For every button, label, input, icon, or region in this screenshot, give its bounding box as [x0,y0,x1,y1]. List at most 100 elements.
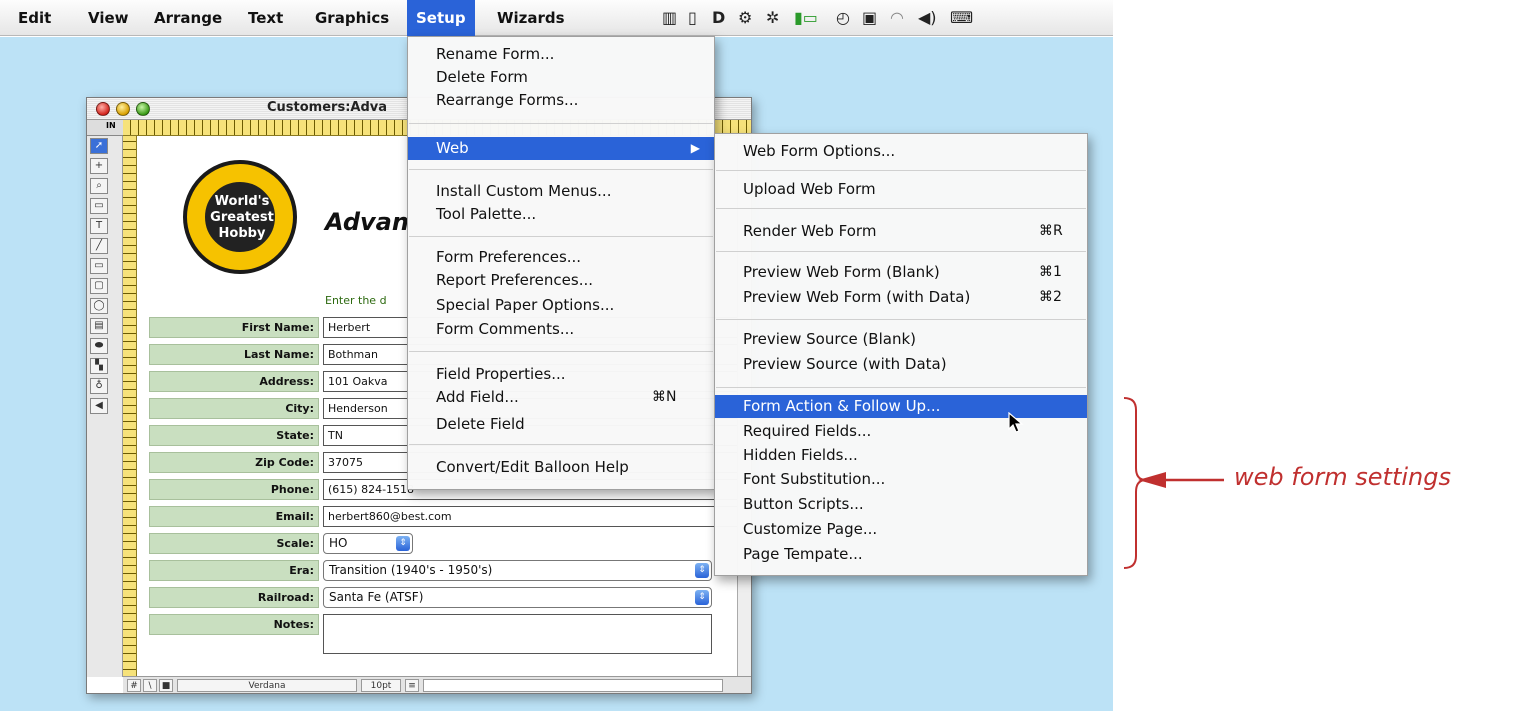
menu-item-rearrange-forms[interactable]: Rearrange Forms... [408,89,714,112]
menu-item-form-preferences[interactable]: Form Preferences... [408,246,714,269]
keyboard-icon[interactable]: ⌨ [950,9,973,27]
gear-script-icon[interactable]: ✲ [766,9,779,27]
menu-item-preview-source-with-data[interactable]: Preview Source (with Data) [715,353,1087,376]
menu-item-render-web-form[interactable]: Render Web Form ⌘R [715,220,1087,243]
zoom-button[interactable] [136,102,150,116]
close-button[interactable] [96,102,110,116]
clock-icon[interactable]: ◴ [836,9,850,27]
menu-separator [716,387,1086,388]
menu-item-add-field-label: Add Field... [436,388,519,406]
window-title: Customers:Adva [267,100,388,115]
font-name[interactable]: Verdana [177,679,357,692]
email-field[interactable]: herbert860@best.com [323,506,743,527]
menu-separator [716,170,1086,171]
menu-item-field-properties[interactable]: Field Properties... [408,363,714,386]
menu-item-preview-source-blank[interactable]: Preview Source (Blank) [715,328,1087,351]
menu-item-preview-web-form-with-data[interactable]: Preview Web Form (with Data) ⌘2 [715,286,1087,309]
menu-item-render-web-form-label: Render Web Form [743,222,877,240]
magnify-tool-icon[interactable]: ⌕ [90,178,108,194]
display-icon[interactable]: ▣ [862,9,877,27]
button-tool-icon[interactable]: ▤ [90,318,108,334]
text-tool-icon[interactable]: T [90,218,108,234]
oval-tool-icon[interactable]: ◯ [90,298,108,314]
field-label: Last Name: [149,344,319,365]
menu-item-page-template[interactable]: Page Tempate... [715,543,1087,566]
menu-item-button-scripts[interactable]: Button Scripts... [715,493,1087,516]
era-popup[interactable]: Transition (1940's - 1950's) ⇕ [323,560,712,581]
volume-icon[interactable]: ◀) [918,9,937,27]
field-label: Railroad: [149,587,319,608]
menu-item-add-field[interactable]: Add Field... ⌘N [408,386,714,409]
menu-item-convert-edit-balloon-help[interactable]: Convert/Edit Balloon Help [408,456,714,479]
chart-tool-icon[interactable]: ▚ [90,358,108,374]
menu-graphics[interactable]: Graphics [315,0,389,36]
field-label: Phone: [149,479,319,500]
menu-item-hidden-fields[interactable]: Hidden Fields... [715,444,1087,467]
font-size[interactable]: 10pt [361,679,401,692]
sound-tool-icon[interactable]: ◀ [90,398,108,414]
push-button-tool-icon[interactable]: ⬬ [90,338,108,354]
menu-separator [716,208,1086,209]
menu-wizards[interactable]: Wizards [497,0,565,36]
menu-view[interactable]: View [88,0,129,36]
menu-separator [409,169,713,170]
railroad-value: Santa Fe (ATSF) [329,590,424,604]
shortcut-label: ⌘N [652,389,677,405]
menu-item-upload-web-form[interactable]: Upload Web Form [715,178,1087,201]
menu-item-customize-page[interactable]: Customize Page... [715,518,1087,541]
menu-item-required-fields[interactable]: Required Fields... [715,420,1087,443]
menu-arrange[interactable]: Arrange [154,0,222,36]
menu-item-install-custom-menus[interactable]: Install Custom Menus... [408,180,714,203]
menu-item-rename-form[interactable]: Rename Form... [408,43,714,66]
arrow-tool-icon[interactable]: ➚ [90,138,108,154]
annotation-label: web form settings [1234,463,1451,491]
scale-popup[interactable]: HO ⇕ [323,533,413,554]
menu-item-special-paper-options[interactable]: Special Paper Options... [408,294,714,317]
crosshair-tool-icon[interactable]: + [90,158,108,174]
menu-item-delete-form[interactable]: Delete Form [408,66,714,89]
field-tool-icon[interactable]: ▭ [90,198,108,214]
menu-edit[interactable]: Edit [18,0,51,36]
bottom-toolbar: # \ ■ Verdana 10pt ≡ [123,676,751,693]
railroad-popup[interactable]: Santa Fe (ATSF) ⇕ [323,587,712,608]
worlds-greatest-hobby-logo: World's Greatest Hobby [183,160,297,274]
menu-separator [716,319,1086,320]
menu-setup[interactable]: Setup [407,0,475,36]
align-icon[interactable]: ≡ [405,679,419,692]
field-label: Email: [149,506,319,527]
menu-item-preview-web-form-with-data-label: Preview Web Form (with Data) [743,288,971,306]
minimize-button[interactable] [116,102,130,116]
d-icon[interactable]: D [712,9,725,27]
menu-separator [409,351,713,352]
battery-icon[interactable]: ▮▭ [794,9,818,27]
rounded-rect-tool-icon[interactable]: ▢ [90,278,108,294]
grid-icon[interactable]: # [127,679,141,692]
menu-item-preview-web-form-blank[interactable]: Preview Web Form (Blank) ⌘1 [715,261,1087,284]
document-icon[interactable]: ▥ [662,9,677,27]
popup-arrows-icon: ⇕ [695,563,709,578]
wifi-icon[interactable]: ◠ [890,9,904,27]
notes-field[interactable] [323,614,712,654]
menu-item-font-substitution[interactable]: Font Substitution... [715,468,1087,491]
form-heading: Advan [325,208,409,236]
menu-item-preview-web-form-blank-label: Preview Web Form (Blank) [743,263,940,281]
line-style-icon[interactable]: \ [143,679,157,692]
line-tool-icon[interactable]: ╱ [90,238,108,254]
page-icon[interactable]: ▯ [688,9,697,27]
fill-icon[interactable]: ■ [159,679,173,692]
menu-item-web-form-options[interactable]: Web Form Options... [715,140,1087,163]
gears-icon[interactable]: ⚙ [738,9,752,27]
rectangle-tool-icon[interactable]: ▭ [90,258,108,274]
menu-item-web[interactable]: Web ▶ [408,137,714,160]
menu-item-form-comments[interactable]: Form Comments... [408,318,714,341]
horizontal-scrollbar[interactable] [423,679,723,692]
menu-item-tool-palette[interactable]: Tool Palette... [408,203,714,226]
mouse-pointer-icon [1008,412,1024,433]
submenu-arrow-icon: ▶ [690,141,700,155]
menu-item-delete-field[interactable]: Delete Field [408,413,714,436]
menu-item-report-preferences[interactable]: Report Preferences... [408,269,714,292]
bulb-tool-icon[interactable]: ♁ [90,378,108,394]
menu-item-form-action-follow-up[interactable]: Form Action & Follow Up... [715,395,1087,418]
menu-item-web-label: Web [436,139,469,157]
menu-text[interactable]: Text [248,0,283,36]
